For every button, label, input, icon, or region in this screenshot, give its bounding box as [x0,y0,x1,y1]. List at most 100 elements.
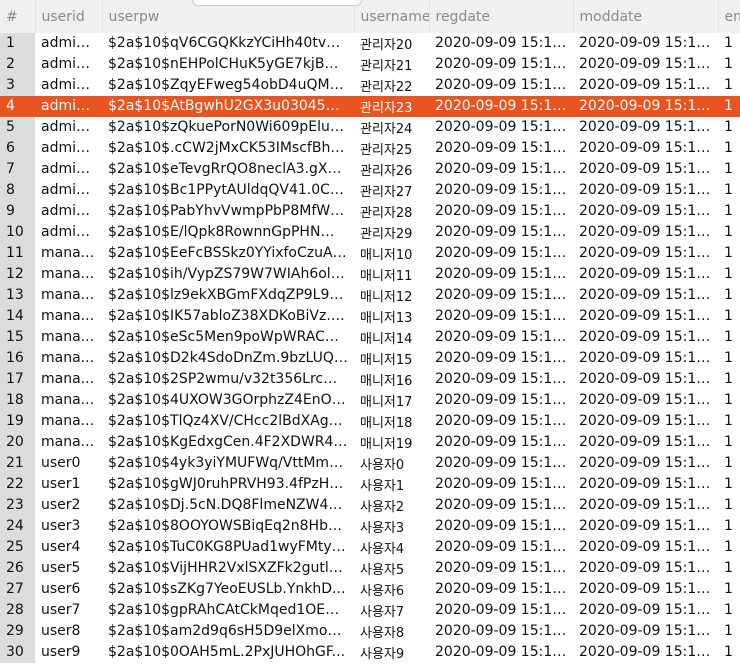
cell-regdate[interactable]: 2020-09-09 15:16:03 [429,411,573,432]
cell-username[interactable]: 매니저18 [354,411,429,432]
table-row[interactable]: 24 user3 $2a$10$8OOYOWSBiqEq2n8Hbdz... 사용자3… [0,516,740,537]
cell-moddate[interactable]: 2020-09-09 15:16:03 [573,369,718,390]
cell-regdate[interactable]: 2020-09-09 15:16:04 [429,33,573,54]
table-row[interactable]: 4 admin23 $2a$10$AtBgwhU2GX3u03045Tn... 관리자… [0,96,740,117]
row-number-cell[interactable]: 10 [0,222,35,243]
cell-moddate[interactable]: 2020-09-09 15:16:03 [573,579,718,600]
cell-username[interactable]: 매니저14 [354,327,429,348]
cell-userpw[interactable]: $2a$10$IK57abloZ38XDKoBiVz.qu... [102,306,354,327]
table-row[interactable]: 14 mana... $2a$10$IK57abloZ38XDKoBiVz.qu..… [0,306,740,327]
cell-enabled[interactable]: 1 [718,54,740,75]
cell-username[interactable]: 사용자8 [354,621,429,642]
result-grid[interactable]: # userid userpw username regdate moddate… [0,0,740,664]
cell-username[interactable]: 매니저13 [354,306,429,327]
table-row[interactable]: 19 mana... $2a$10$TlQz4XV/CHcc2lBdXAgnp...… [0,411,740,432]
cell-moddate[interactable]: 2020-09-09 15:16:02 [573,495,718,516]
cell-moddate[interactable]: 2020-09-09 15:16:03 [573,558,718,579]
cell-regdate[interactable]: 2020-09-09 15:16:03 [429,243,573,264]
cell-enabled[interactable]: 1 [718,243,740,264]
cell-enabled[interactable]: 1 [718,117,740,138]
row-number-cell[interactable]: 2 [0,54,35,75]
cell-userid[interactable]: user8 [35,621,102,642]
cell-enabled[interactable]: 1 [718,369,740,390]
cell-userid[interactable]: admin24 [35,117,102,138]
table-row[interactable]: 13 mana... $2a$10$lz9ekXBGmFXdqZP9L9vl... 매… [0,285,740,306]
cell-username[interactable]: 사용자7 [354,600,429,621]
row-number-cell[interactable]: 30 [0,642,35,663]
table-row[interactable]: 20 mana... $2a$10$KgEdxgCen.4F2XDWR43... 매니… [0,432,740,453]
cell-regdate[interactable]: 2020-09-09 15:16:03 [429,579,573,600]
row-number-cell[interactable]: 25 [0,537,35,558]
row-number-cell[interactable]: 4 [0,96,35,117]
row-number-cell[interactable]: 24 [0,516,35,537]
cell-userpw[interactable]: $2a$10$eSc5Men9poWpWRACK4... [102,327,354,348]
table-row[interactable]: 2 admin21 $2a$10$nEHPolCHuK5yGE7kjBH... 관리자… [0,54,740,75]
table-row[interactable]: 27 user6 $2a$10$sZKg7YeoEUSLb.YnkhD... 사용자6… [0,579,740,600]
cell-moddate[interactable]: 2020-09-09 15:16:03 [573,264,718,285]
cell-enabled[interactable]: 1 [718,411,740,432]
cell-moddate[interactable]: 2020-09-09 15:16:04 [573,159,718,180]
cell-enabled[interactable]: 1 [718,201,740,222]
table-row[interactable]: 6 admin25 $2a$10$.cCW2jMxCK53IMscfBh1z... 관… [0,138,740,159]
row-number-cell[interactable]: 23 [0,495,35,516]
cell-moddate[interactable]: 2020-09-09 15:16:02 [573,516,718,537]
cell-moddate[interactable]: 2020-09-09 15:16:04 [573,180,718,201]
cell-regdate[interactable]: 2020-09-09 15:16:02 [429,516,573,537]
column-header-moddate[interactable]: moddate [573,0,719,33]
cell-userpw[interactable]: $2a$10$VijHHR2VxlSXZFk2gutlye... [102,558,354,579]
cell-enabled[interactable]: 1 [718,96,740,117]
cell-regdate[interactable]: 2020-09-09 15:16:02 [429,537,573,558]
cell-regdate[interactable]: 2020-09-09 15:16:03 [429,558,573,579]
cell-enabled[interactable]: 1 [718,432,740,453]
cell-userid[interactable]: mana... [35,285,102,306]
cell-enabled[interactable]: 1 [718,537,740,558]
row-number-cell[interactable]: 18 [0,390,35,411]
cell-regdate[interactable]: 2020-09-09 15:16:03 [429,306,573,327]
cell-regdate[interactable]: 2020-09-09 15:16:03 [429,621,573,642]
cell-regdate[interactable]: 2020-09-09 15:16:03 [429,642,573,663]
cell-username[interactable]: 매니저10 [354,243,429,264]
cell-userid[interactable]: mana... [35,369,102,390]
cell-regdate[interactable]: 2020-09-09 15:16:03 [429,348,573,369]
cell-username[interactable]: 매니저12 [354,285,429,306]
row-number-cell[interactable]: 27 [0,579,35,600]
table-row[interactable]: 18 mana... $2a$10$4UXOW3GOrphzZ4EnOO... 매니저… [0,390,740,411]
row-number-cell[interactable]: 1 [0,33,35,54]
table-row[interactable]: 5 admin24 $2a$10$zQkuePorN0Wi609pEluvfe...… [0,117,740,138]
cell-regdate[interactable]: 2020-09-09 15:16:04 [429,75,573,96]
cell-enabled[interactable]: 1 [718,348,740,369]
row-number-cell[interactable]: 3 [0,75,35,96]
cell-enabled[interactable]: 1 [718,159,740,180]
cell-username[interactable]: 사용자9 [354,642,429,663]
cell-enabled[interactable]: 1 [718,600,740,621]
cell-userid[interactable]: mana... [35,411,102,432]
cell-userid[interactable]: admin23 [35,96,102,117]
cell-moddate[interactable]: 2020-09-09 15:16:03 [573,390,718,411]
cell-enabled[interactable]: 1 [718,285,740,306]
row-number-cell[interactable]: 19 [0,411,35,432]
cell-userid[interactable]: admin29 [35,222,102,243]
cell-username[interactable]: 관리자21 [354,54,429,75]
cell-username[interactable]: 사용자1 [354,474,429,495]
cell-userpw[interactable]: $2a$10$gWJ0ruhPRVH93.4fPzHd... [102,474,354,495]
row-number-cell[interactable]: 5 [0,117,35,138]
cell-username[interactable]: 매니저11 [354,264,429,285]
cell-regdate[interactable]: 2020-09-09 15:16:02 [429,474,573,495]
cell-userpw[interactable]: $2a$10$.cCW2jMxCK53IMscfBh1z... [102,138,354,159]
cell-enabled[interactable]: 1 [718,75,740,96]
row-number-cell[interactable]: 28 [0,600,35,621]
table-row[interactable]: 17 mana... $2a$10$2SP2wmu/v32t356LrcOve...… [0,369,740,390]
cell-enabled[interactable]: 1 [718,180,740,201]
cell-moddate[interactable]: 2020-09-09 15:16:04 [573,138,718,159]
cell-username[interactable]: 매니저16 [354,369,429,390]
cell-regdate[interactable]: 2020-09-09 15:16:03 [429,285,573,306]
table-row[interactable]: 1 admin20 $2a$10$qV6CGQKkzYCiHh40tvP7... 관리… [0,33,740,54]
cell-username[interactable]: 관리자24 [354,117,429,138]
row-number-cell[interactable]: 22 [0,474,35,495]
cell-moddate[interactable]: 2020-09-09 15:16:04 [573,33,718,54]
table-row[interactable]: 23 user2 $2a$10$Dj.5cN.DQ8FlmeNZW4Zn... 사용자… [0,495,740,516]
cell-userpw[interactable]: $2a$10$am2d9q6sH5D9elXmo3H... [102,621,354,642]
cell-userpw[interactable]: $2a$10$gpRAhCAtCkMqed1OEpx... [102,600,354,621]
cell-regdate[interactable]: 2020-09-09 15:16:03 [429,600,573,621]
row-number-cell[interactable]: 15 [0,327,35,348]
